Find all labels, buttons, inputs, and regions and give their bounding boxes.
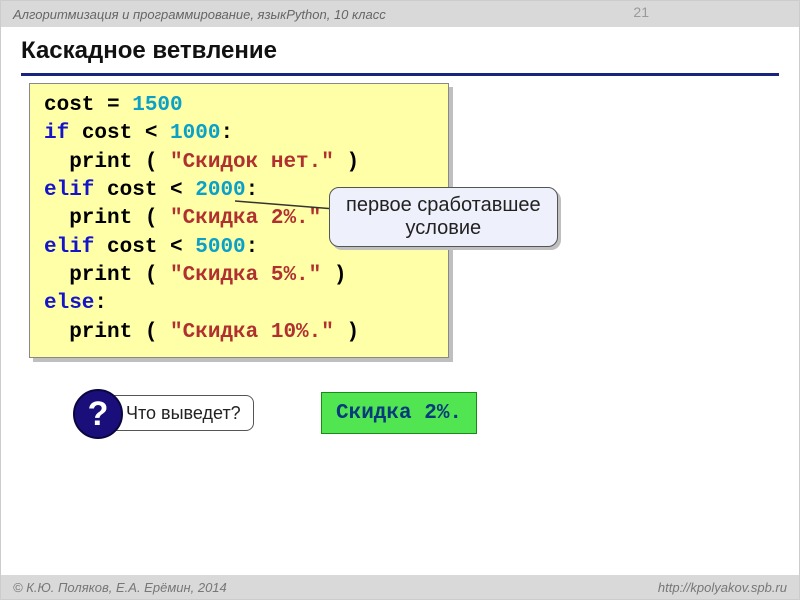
code-token: : xyxy=(94,292,107,315)
code-number: 5000 xyxy=(195,236,245,259)
code-keyword: elif xyxy=(44,236,94,259)
code-string: "Скидка 10%." xyxy=(170,321,334,344)
question-text: Что выведет? xyxy=(126,403,241,424)
code-token: ) xyxy=(321,264,346,287)
footer-right: http://kpolyakov.spb.ru xyxy=(658,580,787,595)
code-number: 2000 xyxy=(195,179,245,202)
code-token: cost = xyxy=(44,94,132,117)
code-token: ) xyxy=(334,151,359,174)
slide: Алгоритмизация и программирование, язык … xyxy=(0,0,800,600)
annotation-bubble: первое сработавшее условие xyxy=(329,187,558,247)
course-prefix: Алгоритмизация и программирование, язык xyxy=(13,7,286,22)
annotation-line-2: условие xyxy=(346,217,541,240)
code-keyword: elif xyxy=(44,179,94,202)
code-token: ) xyxy=(334,321,359,344)
code-token: : xyxy=(246,236,259,259)
code-number: 1000 xyxy=(170,122,220,145)
code-keyword: if xyxy=(44,122,69,145)
course-suffix: , 10 класс xyxy=(327,7,386,22)
code-token: : xyxy=(220,122,233,145)
copyright-symbol: © xyxy=(13,580,26,595)
code-number: 1500 xyxy=(132,94,182,117)
title-rule xyxy=(21,73,779,76)
slide-footer: © К.Ю. Поляков, Е.А. Ерёмин, 2014 http:/… xyxy=(1,575,799,599)
code-keyword: else xyxy=(44,292,94,315)
answer-text: Скидка 2%. xyxy=(336,402,462,425)
title-wrap: Каскадное ветвление xyxy=(1,27,799,69)
question-box: Что выведет? xyxy=(109,395,254,431)
footer-authors: К.Ю. Поляков, Е.А. Ерёмин, 2014 xyxy=(26,580,227,595)
answer-box: Скидка 2%. xyxy=(321,392,477,434)
annotation-line-1: первое сработавшее xyxy=(346,194,541,217)
code-token: print ( xyxy=(44,151,170,174)
question-mark-icon: ? xyxy=(73,389,123,439)
code-token: print ( xyxy=(44,264,170,287)
code-token: cost < xyxy=(94,236,195,259)
code-token: print ( xyxy=(44,321,170,344)
slide-title: Каскадное ветвление xyxy=(21,37,779,65)
code-string: "Скидка 2%." xyxy=(170,207,321,230)
slide-header: Алгоритмизация и программирование, язык … xyxy=(1,1,799,27)
code-token: : xyxy=(246,179,259,202)
code-token: cost < xyxy=(69,122,170,145)
code-token: print ( xyxy=(44,207,170,230)
code-token: cost < xyxy=(94,179,195,202)
page-number: 21 xyxy=(633,4,649,20)
code-string: "Скидок нет." xyxy=(170,151,334,174)
course-language: Python xyxy=(286,7,326,22)
footer-left: © К.Ю. Поляков, Е.А. Ерёмин, 2014 xyxy=(13,580,227,595)
code-string: "Скидка 5%." xyxy=(170,264,321,287)
